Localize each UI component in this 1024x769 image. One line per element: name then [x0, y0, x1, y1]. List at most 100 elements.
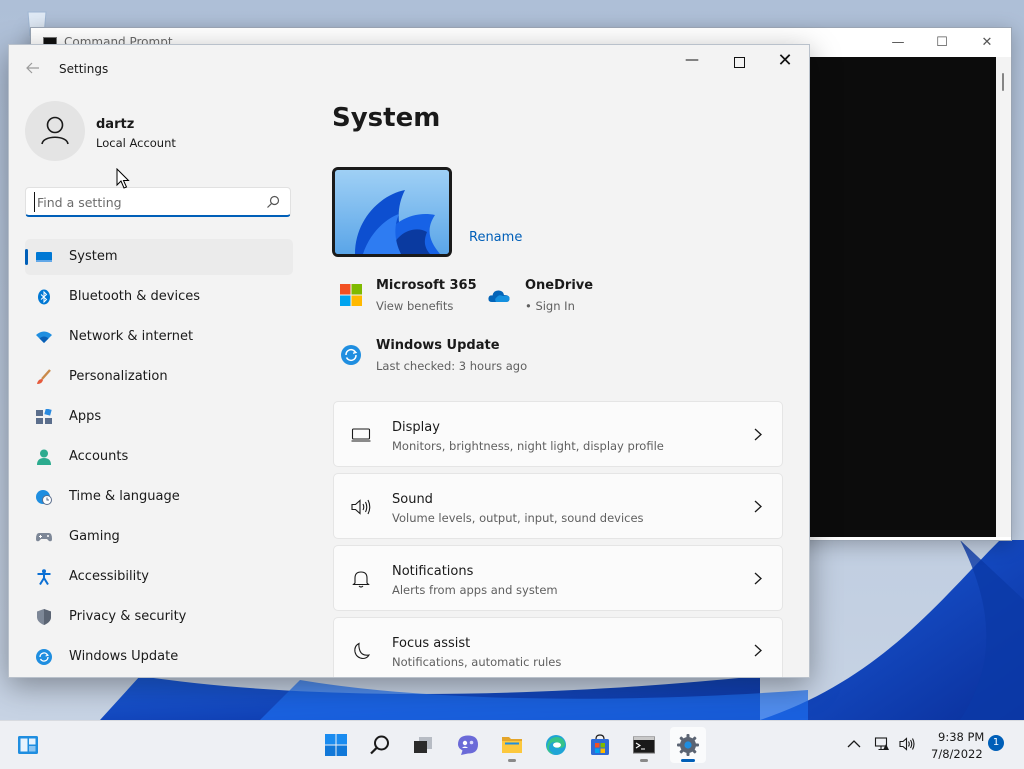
gear-icon	[677, 734, 699, 756]
cloud-icon[interactable]	[488, 285, 510, 307]
windows-update-subtitle[interactable]: Last checked: 3 hours ago	[376, 359, 527, 373]
controller-icon	[36, 533, 52, 542]
sidebar-item-privacy-security[interactable]: Privacy & security	[25, 599, 293, 635]
apps-icon	[36, 409, 52, 424]
notifications-card[interactable]: Notifications Alerts from apps and syste…	[333, 545, 783, 611]
sidebar-item-network[interactable]: Network & internet	[25, 319, 293, 355]
speaker-icon	[351, 499, 371, 515]
card-title: Focus assist	[392, 636, 471, 651]
update-icon	[36, 649, 52, 665]
sidebar-item-system[interactable]: System	[25, 239, 293, 275]
chevron-right-icon	[754, 500, 762, 513]
accessibility-icon	[37, 569, 51, 585]
active-indicator	[681, 759, 695, 762]
microsoft-365-subtitle[interactable]: View benefits	[376, 299, 453, 313]
running-indicator	[640, 759, 648, 762]
file-explorer-button[interactable]	[494, 727, 530, 763]
taskbar: 9:38 PM 7/8/2022	[0, 720, 1024, 769]
cmd-close-button[interactable]: ✕	[966, 32, 1008, 54]
sidebar-item-time-language[interactable]: Time & language	[25, 479, 293, 515]
card-title: Sound	[392, 492, 433, 507]
display-card[interactable]: Display Monitors, brightness, night ligh…	[333, 401, 783, 467]
moon-icon	[354, 642, 371, 660]
chevron-right-icon	[754, 428, 762, 441]
update-icon[interactable]	[340, 344, 362, 366]
sidebar-item-label: Privacy & security	[69, 609, 187, 624]
card-title: Notifications	[392, 564, 474, 579]
onedrive-title[interactable]: OneDrive	[525, 278, 593, 293]
bell-icon	[352, 571, 370, 588]
card-subtitle: Volume levels, output, input, sound devi…	[392, 511, 644, 525]
clock-time[interactable]: 9:38 PM	[938, 730, 984, 744]
task-view-button[interactable]	[405, 727, 441, 763]
sidebar-item-windows-update[interactable]: Windows Update	[25, 639, 293, 675]
chat-button[interactable]	[450, 727, 486, 763]
network-icon[interactable]	[874, 736, 890, 752]
card-subtitle: Monitors, brightness, night light, displ…	[392, 439, 664, 453]
onedrive-subtitle[interactable]: • Sign In	[525, 299, 575, 313]
windows-logo-icon	[325, 734, 347, 756]
terminal-icon	[633, 736, 655, 754]
sound-card[interactable]: Sound Volume levels, output, input, soun…	[333, 473, 783, 539]
search-icon[interactable]	[266, 195, 280, 209]
back-button[interactable]	[23, 61, 43, 77]
display-icon	[351, 428, 371, 442]
volume-icon[interactable]	[899, 736, 915, 752]
store-icon	[591, 734, 609, 755]
cmd-scrollbar[interactable]	[996, 57, 1011, 537]
bloom-wallpaper-image	[335, 170, 449, 254]
minimize-button[interactable]: —	[669, 50, 715, 74]
sidebar-item-label: Network & internet	[69, 329, 194, 344]
microsoft-logo-icon[interactable]	[340, 284, 362, 306]
brush-icon	[37, 369, 51, 384]
sidebar-item-gaming[interactable]: Gaming	[25, 519, 293, 555]
sidebar-item-personalization[interactable]: Personalization	[25, 359, 293, 395]
search-input[interactable]	[34, 192, 257, 212]
sidebar-item-apps[interactable]: Apps	[25, 399, 293, 435]
command-prompt-taskbar-button[interactable]	[626, 727, 662, 763]
sidebar-item-label: Accounts	[69, 449, 129, 464]
settings-taskbar-button[interactable]	[670, 727, 706, 763]
avatar[interactable]	[25, 101, 85, 161]
globe-clock-icon	[36, 490, 52, 505]
sidebar-item-label: Personalization	[69, 369, 168, 384]
widgets-button[interactable]	[10, 727, 46, 763]
windows-update-title[interactable]: Windows Update	[376, 338, 500, 353]
sidebar-item-label: Gaming	[69, 529, 120, 544]
shield-icon	[37, 609, 51, 625]
card-subtitle: Alerts from apps and system	[392, 583, 558, 597]
maximize-icon	[733, 57, 745, 68]
microsoft-365-title[interactable]: Microsoft 365	[376, 278, 477, 293]
cmd-maximize-button[interactable]: ☐	[921, 32, 963, 54]
sidebar-item-label: Time & language	[69, 489, 180, 504]
clock-date[interactable]: 7/8/2022	[931, 747, 983, 761]
focus-assist-card[interactable]: Focus assist Notifications, automatic ru…	[333, 617, 783, 677]
close-button[interactable]: ✕	[762, 50, 808, 74]
back-arrow-icon	[26, 62, 39, 74]
settings-window[interactable]: Settings — ✕ dartz Local Account System	[8, 44, 810, 678]
running-indicator	[508, 759, 516, 762]
task-view-icon	[414, 737, 432, 753]
sidebar-nav: System Bluetooth & devices Network & int…	[25, 239, 293, 677]
cmd-scroll-thumb[interactable]	[1002, 73, 1004, 91]
notification-badge[interactable]: 1	[988, 735, 1004, 751]
app-title: Settings	[59, 62, 109, 76]
edge-button[interactable]	[538, 727, 574, 763]
sidebar-item-accessibility[interactable]: Accessibility	[25, 559, 293, 595]
sidebar-item-accounts[interactable]: Accounts	[25, 439, 293, 475]
chevron-up-icon[interactable]	[846, 736, 862, 752]
search-box[interactable]	[25, 187, 291, 217]
user-name: dartz	[96, 117, 135, 132]
cmd-minimize-button[interactable]: —	[877, 32, 919, 54]
sidebar-item-label: Bluetooth & devices	[69, 289, 200, 304]
maximize-button[interactable]	[716, 50, 762, 74]
sidebar-item-bluetooth[interactable]: Bluetooth & devices	[25, 279, 293, 315]
mouse-cursor-icon	[116, 168, 130, 189]
taskbar-search-button[interactable]	[362, 727, 398, 763]
start-button[interactable]	[318, 727, 354, 763]
store-button[interactable]	[582, 727, 618, 763]
card-title: Display	[392, 420, 440, 435]
chat-icon	[458, 735, 478, 755]
edge-icon	[546, 735, 566, 755]
rename-link[interactable]: Rename	[469, 230, 522, 245]
